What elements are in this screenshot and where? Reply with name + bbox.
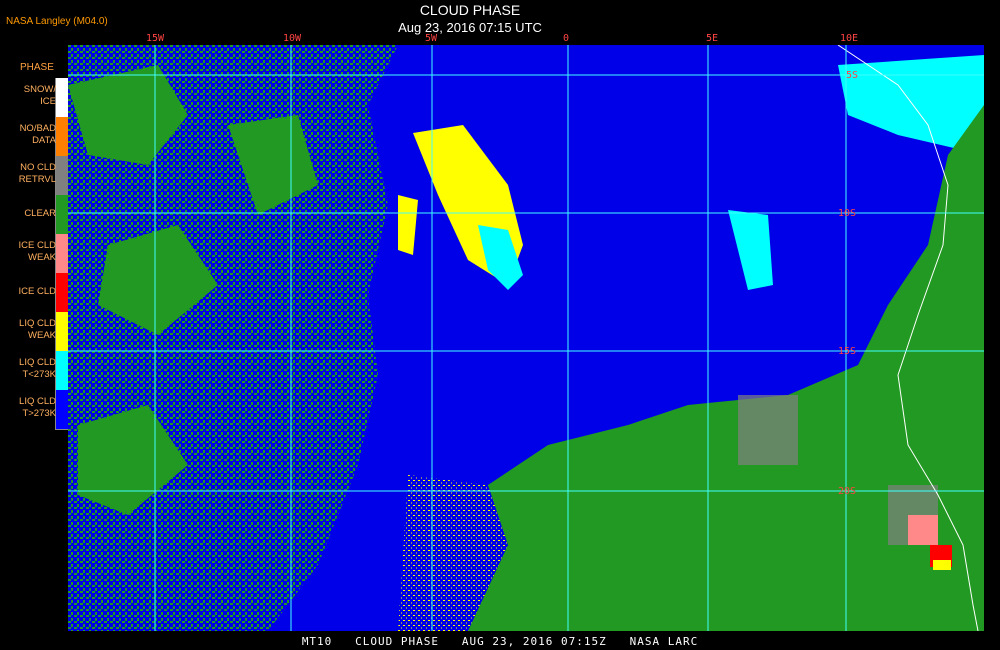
map-datetime: Aug 23, 2016 07:15 UTC (398, 20, 542, 35)
lat-label-10s: 10S (838, 208, 856, 219)
legend-label: LIQ CLD WEAK (19, 318, 56, 341)
map-title: CLOUD PHASE (419, 2, 521, 18)
legend-label: NO CLD RETRVL (18, 162, 56, 185)
cloud-phase-map: 5S 10S 15S 20S (68, 45, 984, 631)
lon-label-15w: 15W (146, 33, 165, 44)
lat-label-5s: 5S (846, 70, 858, 81)
lon-label-0: 0 (563, 33, 570, 44)
legend-label: LIQ CLD T<273K (19, 357, 56, 380)
lon-label-10e: 10E (840, 33, 859, 44)
liquid-weak-cloud (933, 560, 951, 570)
lon-label-5e: 5E (706, 33, 719, 44)
ice-weak-cloud (908, 515, 938, 545)
legend-title: PHASE (20, 62, 54, 73)
legend-label: ICE CLD WEAK (18, 240, 56, 263)
legend-label: ICE CLD (18, 286, 56, 297)
legend-label: LIQ CLD T>273K (19, 396, 56, 419)
map-canvas: 5S 10S 15S 20S (68, 45, 984, 631)
footer-caption: MT10 CLOUD PHASE AUG 23, 2016 07:15Z NAS… (301, 635, 699, 648)
no-retrieval-area (738, 395, 798, 465)
lon-label-10w: 10W (283, 33, 302, 44)
lat-label-20s: 20S (838, 486, 856, 497)
lat-label-15s: 15S (838, 346, 856, 357)
legend-label: NO/BAD DATA (19, 123, 56, 146)
legend-label: CLEAR (24, 208, 56, 219)
lon-label-5w: 5W (425, 33, 438, 44)
legend-label: SNOW/ICE (23, 84, 56, 107)
